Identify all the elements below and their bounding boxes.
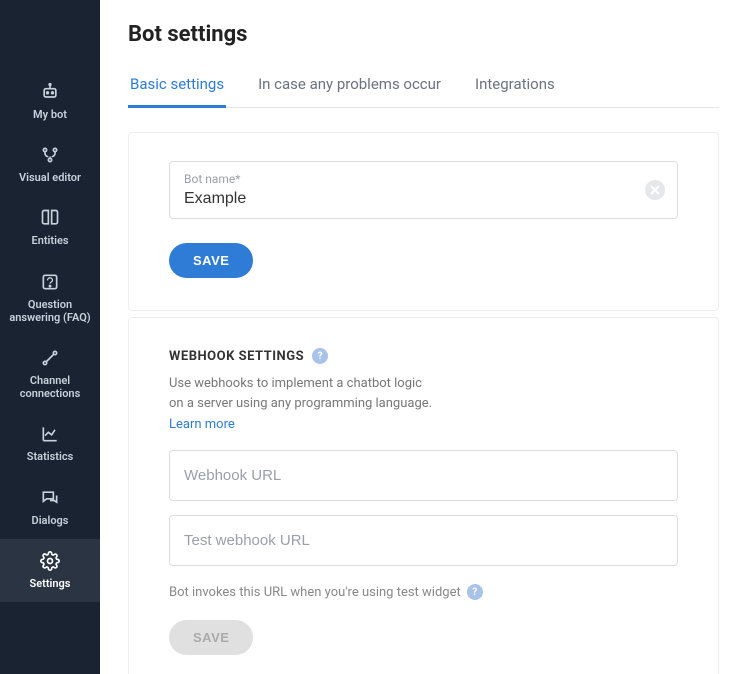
- save-button[interactable]: SAVE: [169, 243, 253, 278]
- test-webhook-url-input[interactable]: [169, 515, 678, 566]
- chart-icon: [40, 424, 60, 444]
- sidebar-item-label: My bot: [33, 108, 67, 121]
- book-icon: [40, 208, 60, 228]
- connection-icon: [40, 348, 60, 368]
- webhook-url-input[interactable]: [169, 450, 678, 501]
- main-content: Bot settings Basic settings In case any …: [100, 0, 747, 674]
- webhook-desc-line1: Use webhooks to implement a chatbot logi…: [169, 374, 678, 394]
- webhook-desc-line2: on a server using any programming langua…: [169, 394, 678, 414]
- test-webhook-helper-row: Bot invokes this URL when you're using t…: [169, 584, 678, 600]
- tab-integrations[interactable]: Integrations: [473, 75, 557, 108]
- webhook-title: WEBHOOK SETTINGS: [169, 349, 304, 364]
- sidebar-item-dialogs[interactable]: Dialogs: [0, 476, 100, 539]
- sidebar-item-visual-editor[interactable]: Visual editor: [0, 133, 100, 196]
- webhook-save-button[interactable]: SAVE: [169, 620, 253, 655]
- sidebar-item-faq[interactable]: Question answering (FAQ): [0, 260, 100, 336]
- tab-problems[interactable]: In case any problems occur: [256, 75, 443, 108]
- webhook-description: Use webhooks to implement a chatbot logi…: [169, 374, 678, 413]
- sidebar-item-label: Settings: [30, 577, 71, 590]
- branch-icon: [40, 145, 60, 165]
- sidebar-item-statistics[interactable]: Statistics: [0, 412, 100, 475]
- sidebar-item-entities[interactable]: Entities: [0, 196, 100, 259]
- webhook-settings-card: WEBHOOK SETTINGS ? Use webhooks to imple…: [128, 317, 719, 674]
- sidebar-item-label: Visual editor: [19, 171, 81, 184]
- sidebar-item-label: Statistics: [27, 450, 73, 463]
- bot-name-label: Bot name*: [184, 172, 663, 186]
- tabs: Basic settings In case any problems occu…: [128, 75, 719, 108]
- sidebar-item-label: Entities: [31, 234, 68, 247]
- basic-settings-card: Bot name* SAVE: [128, 132, 719, 311]
- sidebar-item-label: Channel connections: [4, 374, 96, 400]
- tab-basic-settings[interactable]: Basic settings: [128, 75, 226, 108]
- bot-name-input[interactable]: [184, 190, 663, 208]
- sidebar-item-label: Question answering (FAQ): [4, 298, 96, 324]
- learn-more-link[interactable]: Learn more: [169, 417, 235, 432]
- sidebar: My bot Visual editor Entities Question a…: [0, 0, 100, 674]
- dialogs-icon: [40, 488, 60, 508]
- sidebar-item-channel-connections[interactable]: Channel connections: [0, 336, 100, 412]
- bot-name-field-wrapper[interactable]: Bot name*: [169, 161, 678, 219]
- test-webhook-helper: Bot invokes this URL when you're using t…: [169, 585, 461, 600]
- sidebar-item-settings[interactable]: Settings: [0, 539, 100, 602]
- gear-icon: [40, 551, 60, 571]
- faq-icon: [40, 272, 60, 292]
- sidebar-item-label: Dialogs: [32, 514, 69, 527]
- robot-icon: [40, 82, 60, 102]
- webhook-section-header: WEBHOOK SETTINGS ?: [169, 348, 678, 364]
- sidebar-item-my-bot[interactable]: My bot: [0, 70, 100, 133]
- page-title: Bot settings: [128, 22, 719, 47]
- help-icon[interactable]: ?: [467, 584, 483, 600]
- help-icon[interactable]: ?: [312, 348, 328, 364]
- clear-icon[interactable]: [645, 180, 665, 200]
